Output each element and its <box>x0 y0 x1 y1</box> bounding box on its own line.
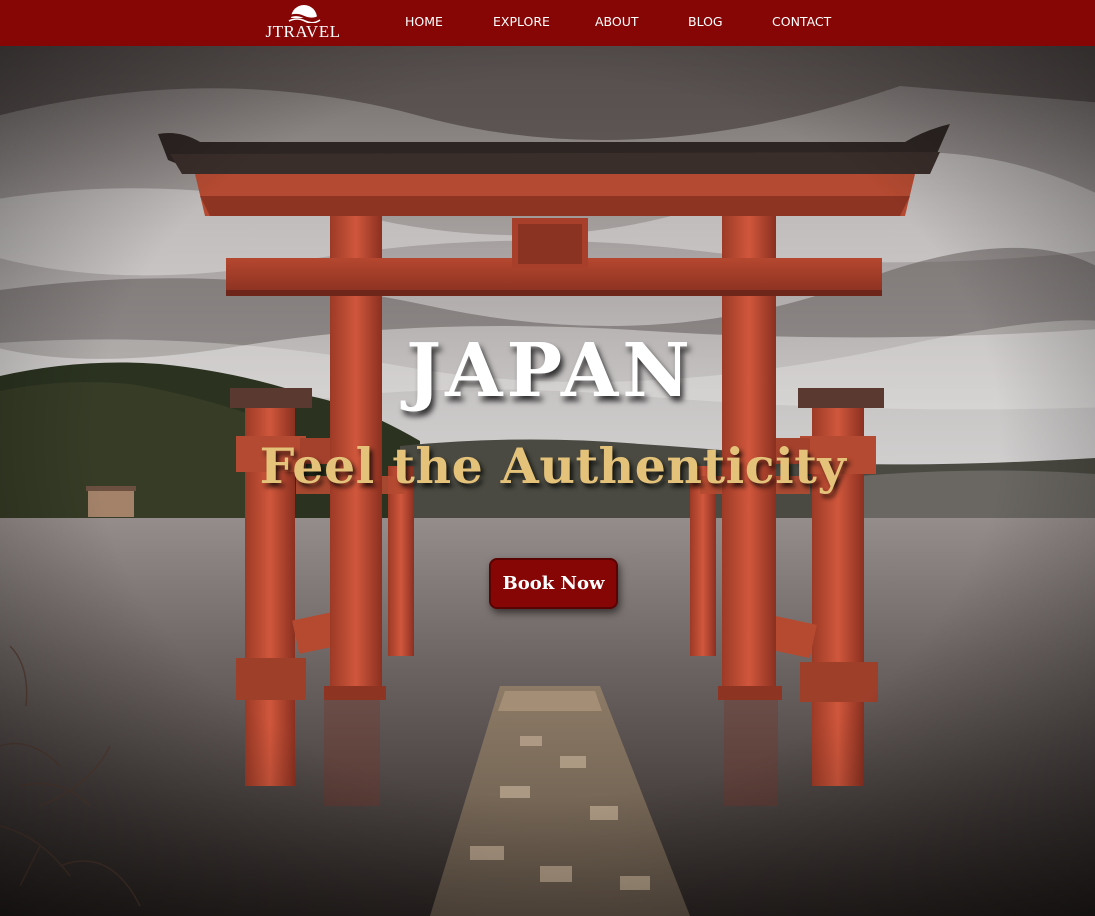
nav-item-contact[interactable]: CONTACT <box>772 14 831 30</box>
nav-item-explore[interactable]: EXPLORE <box>493 14 550 30</box>
nav-item-home[interactable]: HOME <box>405 14 443 30</box>
brand-logo[interactable]: JTRAVEL <box>262 2 344 42</box>
nav-item-about[interactable]: ABOUT <box>595 14 639 30</box>
sun-over-wave-icon <box>287 5 321 23</box>
brand-name: JTRAVEL <box>265 22 341 41</box>
hero-section: JAPAN Feel the Authenticity Book Now <box>0 46 1095 916</box>
book-now-button[interactable]: Book Now <box>489 558 618 609</box>
nav-item-blog[interactable]: BLOG <box>688 14 723 30</box>
top-navbar: JTRAVEL HOME EXPLORE ABOUT BLOG CONTACT <box>0 0 1095 46</box>
hero-subtitle: Feel the Authenticity <box>259 437 847 495</box>
hero-title: JAPAN <box>406 328 694 414</box>
